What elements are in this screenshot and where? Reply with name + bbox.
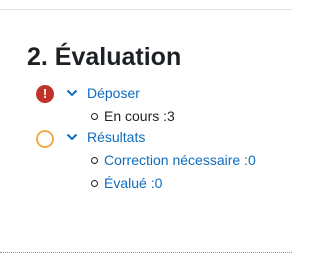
bottom-divider: [0, 252, 292, 253]
chevron-down-icon[interactable]: [66, 132, 78, 142]
phase-resultats: Résultats Correction nécessaire :0 Évalu…: [36, 128, 286, 198]
task-link-evalue[interactable]: Évalué :0: [104, 174, 162, 192]
task-label-en-cours: En cours :3: [104, 108, 175, 124]
list-bullet: [91, 180, 98, 187]
exclamation-circle-icon: [36, 85, 54, 103]
phase-deposer: Déposer En cours :3: [36, 84, 286, 124]
top-divider: [0, 9, 292, 10]
chevron-down-icon[interactable]: [66, 88, 78, 98]
phase-link-resultats[interactable]: Résultats: [87, 128, 145, 146]
phase-link-deposer[interactable]: Déposer: [87, 84, 140, 102]
empty-circle-icon: [36, 130, 54, 148]
task-link-correction-necessaire[interactable]: Correction nécessaire :0: [104, 151, 256, 169]
list-bullet: [91, 113, 98, 120]
section-title: 2. Évaluation: [27, 43, 182, 71]
list-bullet: [91, 157, 98, 164]
